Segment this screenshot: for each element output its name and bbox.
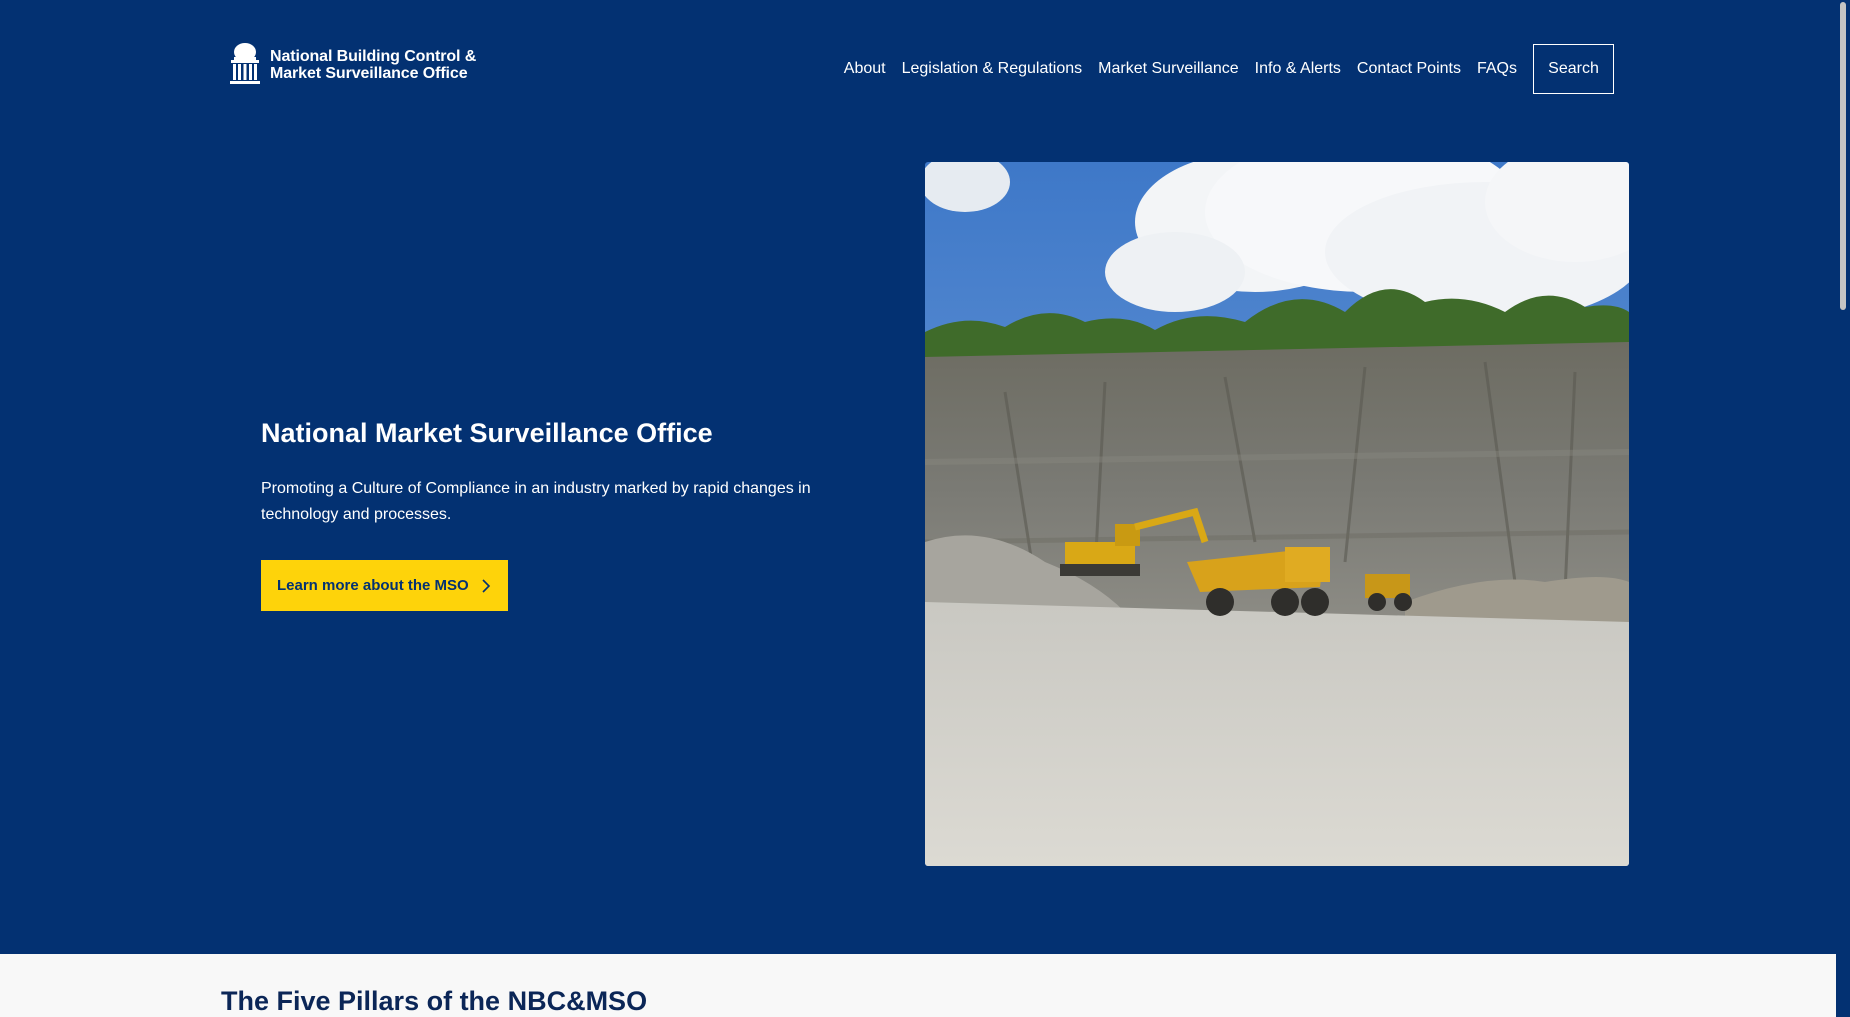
scrollbar-thumb[interactable] [1840, 2, 1846, 310]
nav-contact-points[interactable]: Contact Points [1357, 60, 1461, 78]
page-scrollbar[interactable] [1836, 0, 1850, 1017]
chevron-right-icon [482, 578, 490, 593]
site-logo[interactable]: National Building Control & Market Surve… [228, 43, 476, 86]
pillars-title: The Five Pillars of the NBC&MSO [221, 986, 648, 1016]
site-header: National Building Control & Market Surve… [0, 0, 1850, 140]
nav-faqs[interactable]: FAQs [1477, 60, 1517, 78]
pillars-section: The Five Pillars of the NBC&MSO [0, 954, 1850, 1017]
building-columns-icon [230, 43, 260, 84]
learn-more-button[interactable]: Learn more about the MSO [261, 560, 508, 611]
page: National Building Control & Market Surve… [0, 0, 1850, 1017]
quarry-photo [925, 162, 1629, 866]
nav-info-alerts[interactable]: Info & Alerts [1255, 60, 1341, 78]
nav-market-surveillance[interactable]: Market Surveillance [1098, 60, 1239, 78]
hero-description: Promoting a Culture of Compliance in an … [261, 480, 811, 523]
learn-more-label: Learn more about the MSO [277, 577, 469, 594]
main-nav: About Legislation & Regulations Market S… [844, 44, 1614, 94]
logo-line-2: Market Surveillance Office [270, 64, 468, 82]
hero-title: National Market Surveillance Office [261, 418, 713, 448]
nav-legislation-regulations[interactable]: Legislation & Regulations [902, 60, 1083, 78]
search-button[interactable]: Search [1533, 44, 1614, 94]
logo-text: National Building Control & Market Surve… [270, 48, 476, 82]
nav-about[interactable]: About [844, 60, 886, 78]
logo-line-1: National Building Control & [270, 47, 477, 65]
hero-image [925, 162, 1629, 866]
hero-text: National Market Surveillance Office Prom… [261, 412, 881, 528]
